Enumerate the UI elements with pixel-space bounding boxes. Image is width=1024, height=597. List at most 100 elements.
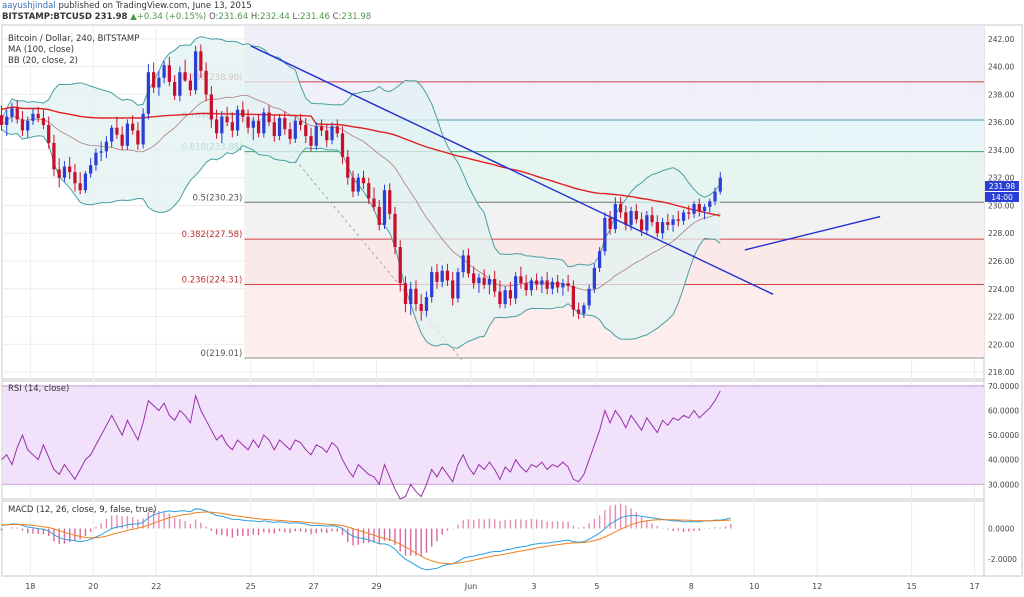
time-axis-tick: 17 <box>969 582 979 591</box>
fib-level-label: 0.5(230.23) <box>192 193 242 203</box>
candle-body <box>178 72 182 96</box>
candle-body <box>556 281 560 288</box>
macd-axis-tick: -2.0000 <box>988 555 1017 564</box>
candle-body <box>597 251 602 268</box>
ma-legend[interactable]: MA (100, close) <box>8 45 139 56</box>
time-axis-tick: 20 <box>88 582 98 591</box>
candle-body <box>47 124 51 143</box>
candle-body <box>718 177 722 192</box>
rsi-axis-tick: 40.0000 <box>988 456 1019 465</box>
candle-body <box>199 51 203 71</box>
candle-body <box>472 273 476 284</box>
rsi-band-zone <box>3 385 984 485</box>
candle-body <box>540 280 544 285</box>
candle-body <box>692 204 696 214</box>
price-axis-tick: 222.00 <box>988 313 1014 322</box>
candle-body <box>377 206 381 225</box>
candle-body <box>487 279 492 285</box>
candle-body <box>351 177 355 192</box>
price-axis-tick: 234.00 <box>988 146 1014 155</box>
candle-body <box>503 290 507 305</box>
candle-body <box>629 211 633 225</box>
candle-body <box>414 288 418 305</box>
price-axis-tick: 224.00 <box>988 285 1014 294</box>
candle-body <box>435 272 439 282</box>
price-legend[interactable]: Bitcoin / Dollar, 240, BITSTAMP MA (100,… <box>8 34 139 67</box>
candle-body <box>136 130 140 145</box>
candle-body <box>645 215 649 231</box>
rsi-axis-tick: 50.0000 <box>988 431 1019 440</box>
candle-body <box>52 143 56 170</box>
candle-body <box>613 204 617 230</box>
rsi-legend[interactable]: RSI (14, close) <box>8 384 69 395</box>
fib-level-label: 0.236(224.31) <box>182 275 243 285</box>
candle-body <box>356 177 360 192</box>
candle-body <box>440 270 444 282</box>
candle-body <box>214 119 219 134</box>
candle-body <box>561 283 565 288</box>
rsi-series <box>1 385 984 500</box>
price-axis-tick: 226.00 <box>988 257 1014 266</box>
candle-body <box>361 177 366 184</box>
macd-legend[interactable]: MACD (12, 26, close, 9, false, true) <box>8 505 156 516</box>
main-series-title: Bitcoin / Dollar, 240, BITSTAMP <box>8 34 140 44</box>
candle-body <box>298 120 303 125</box>
candle-body <box>62 166 67 178</box>
price-axis-strip[interactable] <box>983 24 1023 577</box>
candle-body <box>493 279 497 292</box>
candle-body <box>36 113 40 119</box>
candle-body <box>220 116 224 134</box>
candle-body <box>20 119 25 131</box>
candle-body <box>687 212 691 214</box>
candle-body <box>456 272 460 299</box>
candle-body <box>141 113 145 145</box>
candle-body <box>73 172 77 184</box>
candle-body <box>514 276 518 299</box>
candle-body <box>262 112 266 134</box>
candle-body <box>319 126 324 131</box>
candle-body <box>146 72 151 114</box>
time-axis-tick: 29 <box>371 582 381 591</box>
candle-body <box>424 297 429 311</box>
time-axis-tick: 18 <box>25 582 35 591</box>
candle-body <box>660 222 665 234</box>
candle-body <box>713 191 717 202</box>
candle-body <box>26 120 30 131</box>
candle-body <box>430 272 434 298</box>
time-axis-tick: Jun <box>464 582 478 591</box>
price-axis-tick: 230.00 <box>988 201 1014 210</box>
candle-body <box>125 123 130 146</box>
candle-body <box>304 124 308 137</box>
candle-body <box>508 290 513 299</box>
time-tag-text: 14:00 <box>991 193 1013 202</box>
candle-body <box>162 65 166 78</box>
time-axis-tick: 27 <box>309 582 319 591</box>
candle-body <box>314 126 318 146</box>
candle-body <box>57 169 61 178</box>
price-axis-tick: 238.00 <box>988 90 1014 99</box>
time-axis-tick: 15 <box>907 582 917 591</box>
candle-body <box>288 129 292 139</box>
candle-body <box>172 81 177 96</box>
bb-legend[interactable]: BB (20, close, 2) <box>8 56 139 67</box>
time-axis-tick: 3 <box>531 582 536 591</box>
candle-body <box>188 80 192 91</box>
fib-zone-top <box>244 26 985 82</box>
candle-body <box>293 120 297 139</box>
price-axis-tick: 240.00 <box>988 63 1014 72</box>
price-axis-tick: 242.00 <box>988 35 1014 44</box>
macd-axis-tick: 0.0000 <box>988 525 1014 534</box>
candle-body <box>445 270 450 281</box>
candle-body <box>681 212 686 221</box>
candle-body <box>94 152 98 166</box>
candle-body <box>618 204 623 213</box>
candle-body <box>535 280 539 285</box>
candle-body <box>241 109 245 117</box>
candle-body <box>330 126 334 141</box>
candle-body <box>419 304 423 311</box>
time-axis-tick: 5 <box>594 582 599 591</box>
candle-body <box>83 173 88 191</box>
candle-body <box>152 72 156 88</box>
candle-body <box>498 291 502 305</box>
candle-body <box>230 122 234 131</box>
